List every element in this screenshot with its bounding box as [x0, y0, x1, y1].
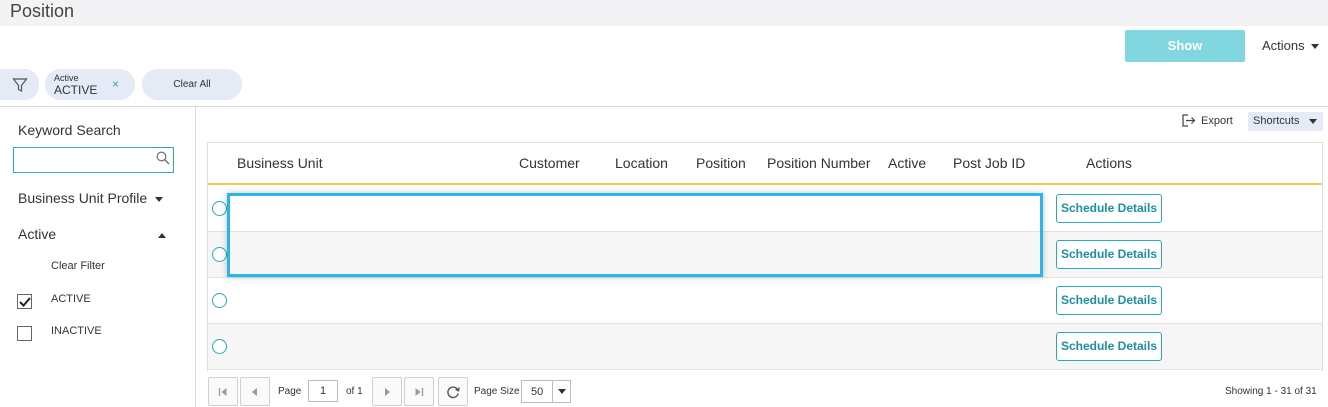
active-filter-label: Active: [18, 226, 57, 242]
shortcuts-dropdown[interactable]: Shortcuts: [1248, 112, 1323, 131]
page-size-select[interactable]: 50: [521, 380, 571, 403]
column-header-position-number[interactable]: Position Number: [767, 155, 871, 171]
last-page-icon: [415, 387, 424, 396]
row-select-radio[interactable]: [212, 247, 227, 262]
actions-label: Actions: [1262, 38, 1305, 53]
active-filter-toggle[interactable]: Active: [18, 226, 167, 242]
column-header-position[interactable]: Position: [696, 155, 746, 171]
divider: [0, 106, 1328, 107]
filter-icon: [11, 77, 28, 92]
positions-grid: Business Unit Customer Location Position…: [207, 142, 1323, 371]
refresh-button[interactable]: [438, 377, 468, 406]
keyword-search-label: Keyword Search: [18, 122, 121, 138]
page-count-label: of 1: [346, 386, 363, 397]
sidebar-divider: [195, 107, 196, 407]
row-select-radio[interactable]: [212, 293, 227, 308]
row-select-radio[interactable]: [212, 339, 227, 354]
checkmark-icon: [19, 297, 31, 307]
actions-dropdown[interactable]: Actions: [1262, 38, 1319, 53]
inactive-option-label: INACTIVE: [51, 325, 102, 337]
refresh-icon: [447, 385, 460, 398]
schedule-details-button[interactable]: Schedule Details: [1056, 240, 1162, 269]
prev-page-button[interactable]: [240, 377, 270, 406]
schedule-details-button[interactable]: Schedule Details: [1056, 286, 1162, 315]
chevron-down-icon: [1310, 44, 1319, 50]
page-number-input[interactable]: 1: [308, 380, 338, 402]
next-page-button[interactable]: [372, 377, 402, 406]
chevron-up-icon: [158, 232, 167, 238]
active-option-label: ACTIVE: [51, 293, 91, 305]
record-count: Showing 1 - 31 of 31: [1225, 386, 1317, 397]
grid-header: Business Unit Customer Location Position…: [208, 143, 1322, 185]
inactive-checkbox[interactable]: [17, 326, 32, 341]
page-size-value: 50: [531, 386, 544, 398]
export-button[interactable]: Export: [1182, 114, 1233, 127]
page-label: Page: [278, 386, 302, 397]
close-icon[interactable]: ×: [112, 77, 119, 91]
keyword-search-input[interactable]: [13, 147, 174, 173]
last-page-button[interactable]: [404, 377, 434, 406]
table-row[interactable]: Schedule Details: [208, 232, 1322, 278]
chevron-down-icon: [1309, 118, 1318, 124]
business-unit-profile-toggle[interactable]: Business Unit Profile: [18, 190, 164, 206]
title-bar: Position: [0, 0, 1328, 26]
clear-all-button[interactable]: Clear All: [142, 69, 242, 100]
next-page-icon: [385, 387, 390, 396]
active-filter-chip: Active ACTIVE ×: [45, 69, 135, 100]
table-row[interactable]: Schedule Details: [208, 278, 1322, 324]
table-row[interactable]: Schedule Details: [208, 186, 1322, 232]
column-header-active[interactable]: Active: [888, 155, 926, 171]
export-icon: [1182, 114, 1196, 127]
chevron-down-icon: [552, 381, 570, 402]
chip-label: Active: [54, 73, 79, 83]
column-header-location[interactable]: Location: [615, 155, 668, 171]
business-unit-profile-label: Business Unit Profile: [18, 190, 148, 206]
schedule-details-button[interactable]: Schedule Details: [1056, 332, 1162, 361]
column-header-post-job-id[interactable]: Post Job ID: [953, 155, 1025, 171]
first-page-icon: [218, 387, 227, 396]
table-row[interactable]: Schedule Details: [208, 324, 1322, 370]
export-label: Export: [1201, 114, 1233, 127]
page-size-label: Page Size: [474, 386, 520, 397]
shortcuts-label: Shortcuts: [1253, 115, 1300, 127]
chevron-down-icon: [155, 196, 164, 202]
column-header-business-unit[interactable]: Business Unit: [237, 155, 323, 171]
clear-filter-link[interactable]: Clear Filter: [51, 260, 105, 272]
page-title: Position: [10, 1, 75, 21]
row-select-radio[interactable]: [212, 201, 227, 216]
prev-page-icon: [252, 387, 257, 396]
column-header-customer[interactable]: Customer: [519, 155, 580, 171]
search-icon[interactable]: [156, 151, 170, 165]
schedule-details-button[interactable]: Schedule Details: [1056, 194, 1162, 223]
chip-value: ACTIVE: [54, 83, 98, 97]
filter-toggle-button[interactable]: [0, 69, 39, 100]
column-header-actions: Actions: [1086, 155, 1132, 171]
active-checkbox[interactable]: [17, 294, 32, 309]
show-button[interactable]: Show: [1125, 30, 1245, 62]
first-page-button[interactable]: [208, 377, 238, 406]
